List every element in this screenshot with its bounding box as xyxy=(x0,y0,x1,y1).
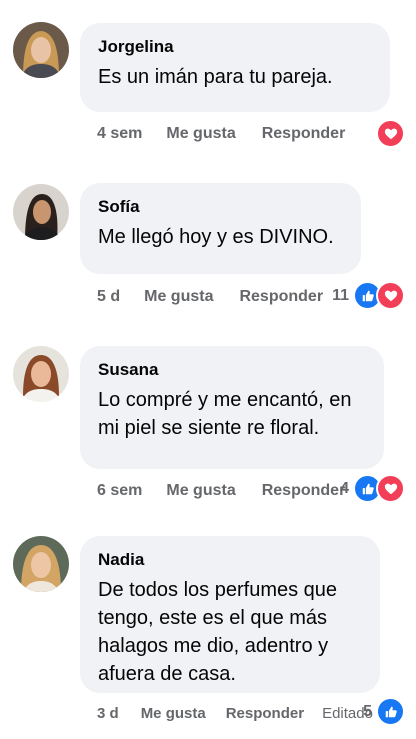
comment-timestamp[interactable]: 6 sem xyxy=(97,482,142,500)
reaction-summary[interactable] xyxy=(376,119,405,148)
comment-text: Es un imán para tu pareja. xyxy=(98,66,333,88)
comment-timestamp[interactable]: 5 d xyxy=(97,288,120,306)
comment-actions: 3 d Me gusta Responder Editado xyxy=(97,699,406,727)
commenter-name[interactable]: Sofía xyxy=(98,196,341,218)
comment-bubble: Jorgelina Es un imán para tu pareja. xyxy=(80,23,390,112)
like-button[interactable]: Me gusta xyxy=(166,125,235,143)
avatar[interactable] xyxy=(13,22,69,78)
comment-text: Lo compré y me encantó, en mi piel se si… xyxy=(98,389,352,439)
reply-button[interactable]: Responder xyxy=(239,288,323,306)
reply-button[interactable]: Responder xyxy=(262,125,346,143)
comment-timestamp[interactable]: 3 d xyxy=(97,705,119,722)
commenter-name[interactable]: Susana xyxy=(98,359,364,381)
like-icon xyxy=(376,697,405,726)
comment-bubble: Susana Lo compré y me encantó, en mi pie… xyxy=(80,346,384,469)
reply-button[interactable]: Responder xyxy=(262,482,346,500)
reply-button[interactable]: Responder xyxy=(226,705,304,722)
like-button[interactable]: Me gusta xyxy=(166,482,235,500)
profile-photo-nadia xyxy=(13,536,69,592)
reaction-summary[interactable]: 4 xyxy=(340,474,405,503)
heart-icon xyxy=(376,281,405,310)
comment-timestamp[interactable]: 4 sem xyxy=(97,125,142,143)
comment-text: Me llegó hoy y es DIVINO. xyxy=(98,226,334,248)
commenter-name[interactable]: Jorgelina xyxy=(98,36,370,58)
comment-bubble: Nadia De todos los perfumes que tengo, e… xyxy=(80,536,380,693)
heart-icon xyxy=(376,474,405,503)
like-button[interactable]: Me gusta xyxy=(141,705,206,722)
reaction-count: 11 xyxy=(332,286,349,304)
reaction-summary[interactable]: 5 xyxy=(363,697,405,726)
profile-photo-sofia xyxy=(13,184,69,240)
comment-bubble: Sofía Me llegó hoy y es DIVINO. xyxy=(80,183,361,274)
profile-photo-jorgelina xyxy=(13,22,69,78)
like-button[interactable]: Me gusta xyxy=(144,288,213,306)
heart-icon xyxy=(376,119,405,148)
commenter-name[interactable]: Nadia xyxy=(98,549,360,571)
reaction-count: 4 xyxy=(340,479,349,497)
reaction-count: 5 xyxy=(363,702,372,720)
avatar[interactable] xyxy=(13,184,69,240)
profile-photo-susana xyxy=(13,346,69,402)
avatar[interactable] xyxy=(13,536,69,592)
comment-actions: 4 sem Me gusta Responder xyxy=(97,120,406,148)
avatar[interactable] xyxy=(13,346,69,402)
comment-text: De todos los perfumes que tengo, este es… xyxy=(98,579,338,685)
reaction-summary[interactable]: 11 xyxy=(332,281,405,310)
